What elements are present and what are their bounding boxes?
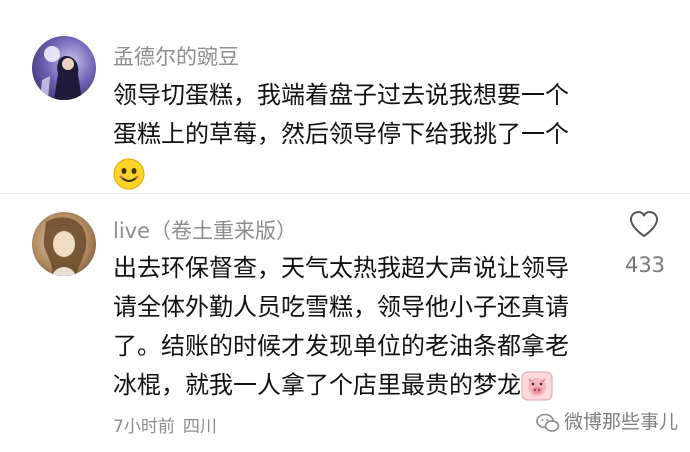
timestamp: 7小时前 (113, 417, 175, 437)
username[interactable]: 孟德尔的豌豆 (113, 41, 239, 71)
comment-line: 出去环保督查，天气太热我超大声说让领导 (113, 254, 569, 282)
watermark: 微博那些事儿 (536, 407, 678, 434)
location: 四川 (182, 417, 217, 437)
comment-text: 出去环保督查，天气太热我超大声说让领导 请全体外勤人员吃雪糕，领导他小子还真请 … (113, 249, 633, 405)
grinning-face-icon (113, 158, 145, 190)
comment-line: 冰棍，就我一人拿了个店里最贵的梦龙 (113, 371, 521, 399)
comment-line: 领导切蛋糕，我端着盘子过去说我想要一个 (113, 81, 569, 109)
like-count: 433 (624, 253, 666, 277)
heart-icon (630, 211, 658, 237)
avatar[interactable] (32, 36, 96, 100)
wechat-icon (536, 413, 560, 432)
pig-icon (521, 371, 553, 401)
comment-text: 领导切蛋糕，我端着盘子过去说我想要一个 蛋糕上的草莓，然后领导停下给我挑了一个 (113, 76, 633, 193)
comment-line: 蛋糕上的草莓，然后领导停下给我挑了一个 (113, 120, 569, 148)
comment-line: 了。结账的时候才发现单位的老油条都拿老 (113, 332, 569, 360)
avatar[interactable] (32, 212, 96, 276)
watermark-text: 微博那些事儿 (564, 411, 679, 433)
comment-line: 请全体外勤人员吃雪糕，领导他小子还真请 (113, 293, 569, 321)
like-button[interactable] (619, 210, 669, 242)
divider (0, 193, 690, 194)
username[interactable]: live（卷土重来版） (113, 215, 297, 245)
comment-meta: 7小时前 四川 (113, 412, 225, 437)
